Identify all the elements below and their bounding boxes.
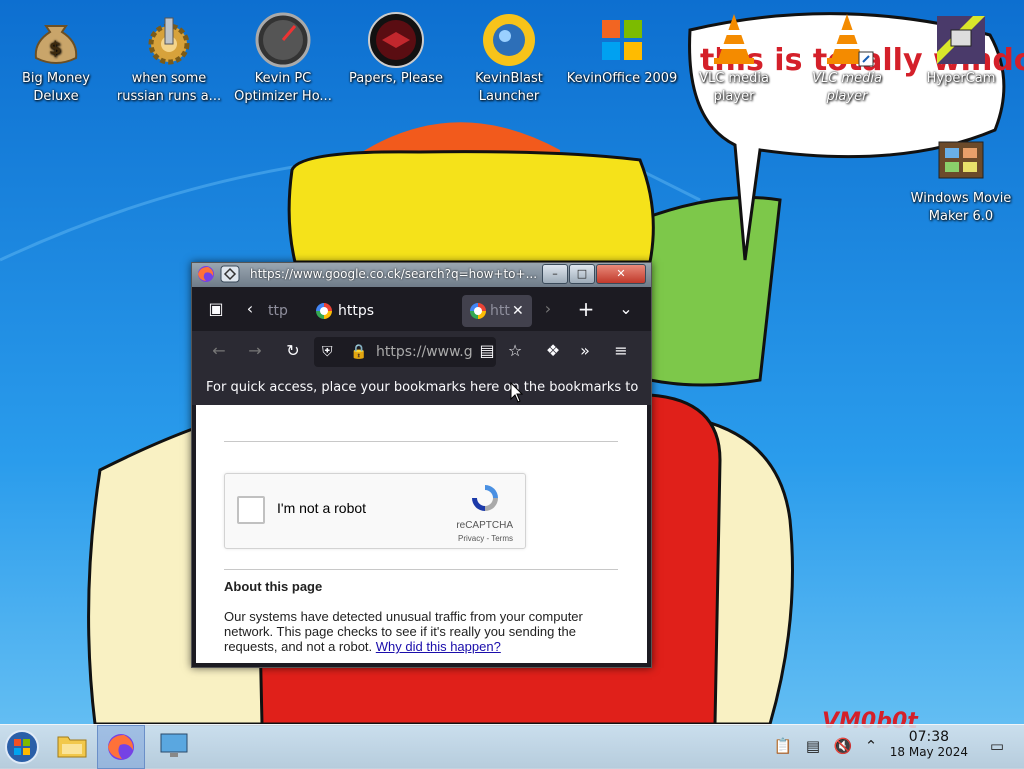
google-favicon-icon — [470, 303, 486, 319]
start-button[interactable] — [0, 725, 48, 769]
window-menu-icon[interactable] — [220, 265, 240, 283]
tab-active[interactable]: htt ✕ — [462, 295, 532, 327]
desktop-icon-kevinoffice[interactable]: KevinOffice 2009 — [566, 4, 678, 88]
windows-orb-icon — [5, 730, 39, 764]
tab-label: ttp — [268, 303, 288, 319]
computer-monitor-icon — [160, 733, 188, 757]
list-tabs-icon[interactable]: ⌄ — [610, 294, 642, 324]
volume-muted-icon[interactable]: 🔇 — [832, 735, 854, 757]
gear-icon — [148, 17, 190, 65]
minimize-button[interactable]: – — [542, 264, 568, 284]
icon-label: VLC media player — [812, 71, 882, 104]
recaptcha-brand: reCAPTCHA — [456, 520, 513, 531]
vlc-cone-icon — [827, 14, 874, 67]
window-titlebar[interactable]: https://www.google.co.ck/search?q=how+to… — [192, 263, 651, 287]
back-icon[interactable]: ← — [204, 336, 234, 366]
why-link[interactable]: Why did this happen? — [376, 639, 501, 654]
tray-notes-icon[interactable]: ▤ — [802, 735, 824, 757]
desktop-icon-russian-game[interactable]: when some russian runs a... — [113, 4, 225, 106]
mouse-cursor-icon — [510, 382, 524, 403]
recaptcha-terms-link[interactable]: Privacy - Terms — [458, 534, 513, 543]
reader-view-icon[interactable]: ▤ — [474, 336, 500, 366]
icon-label: KevinOffice 2009 — [566, 71, 678, 86]
tabs-scroll-left-icon[interactable]: ‹ — [242, 294, 258, 324]
desktop-icon-kevin-pc-optimizer[interactable]: Kevin PC Optimizer Ho... — [227, 4, 339, 106]
tabs-scroll-right-icon[interactable]: › — [540, 294, 556, 324]
svg-text:$: $ — [49, 38, 62, 59]
folder-icon — [57, 736, 87, 758]
clock[interactable]: 07:38 18 May 2024 — [890, 729, 968, 759]
office-logo-icon — [602, 20, 642, 60]
captcha-label: I'm not a robot — [277, 500, 367, 516]
icon-label: KevinBlast Launcher — [475, 71, 543, 104]
shield-icon[interactable]: ⛨ — [322, 337, 333, 367]
speedometer-icon — [255, 12, 311, 68]
google-favicon-icon — [316, 303, 332, 319]
close-window-button[interactable]: ✕ — [596, 264, 646, 284]
show-desktop-icon[interactable]: ▭ — [986, 735, 1008, 757]
show-hidden-icons-icon[interactable]: ⌃ — [860, 735, 882, 757]
clock-date: 18 May 2024 — [889, 745, 968, 759]
navigation-toolbar: ← → ↻ ⛨ 🔒 https://www.g ▤ ☆ ❖ » ≡ — [192, 331, 651, 371]
browser-window[interactable]: https://www.google.co.ck/search?q=how+to… — [191, 262, 652, 668]
desktop-icon-hypercam[interactable]: HyperCam — [905, 4, 1017, 88]
about-heading: About this page — [224, 579, 323, 594]
divider — [224, 441, 618, 442]
bookmarks-hint-text: For quick access, place your bookmarks h… — [206, 380, 639, 395]
bookmark-star-icon[interactable]: ☆ — [502, 336, 528, 366]
tray-clipboard-icon[interactable]: 📋 — [772, 735, 794, 757]
taskbar-file-explorer[interactable] — [48, 725, 96, 769]
recaptcha-logo-icon — [472, 485, 498, 511]
tab-2[interactable]: https — [308, 295, 428, 327]
forward-icon[interactable]: → — [240, 336, 270, 366]
icon-label: Big Money Deluxe — [21, 71, 90, 104]
taskbar-system-app[interactable] — [150, 725, 198, 769]
tab-manager-icon[interactable]: ▣ — [200, 294, 232, 324]
tab-label: https — [338, 303, 375, 319]
icon-label: Papers, Please — [348, 71, 444, 86]
new-tab-icon[interactable]: + — [570, 294, 602, 324]
tab-label: htt — [490, 303, 510, 319]
menu-icon[interactable]: ≡ — [608, 336, 634, 366]
desktop-icon-kevinblast-launcher[interactable]: KevinBlast Launcher — [453, 4, 565, 106]
firefox-icon — [108, 734, 134, 760]
url-bar[interactable]: ⛨ 🔒 https://www.g — [314, 337, 496, 367]
desktop-icon-windows-movie-maker[interactable]: Windows Movie Maker 6.0 — [905, 124, 1017, 226]
taskbar: 📋 ▤ 🔇 ⌃ 07:38 18 May 2024 ▭ — [0, 724, 1024, 769]
firefox-icon[interactable] — [196, 265, 216, 283]
icon-label: Kevin PC Optimizer Ho... — [234, 71, 332, 104]
url-text: https://www.g — [376, 344, 473, 360]
desktop-icon-papers-please[interactable]: Papers, Please — [340, 4, 452, 88]
lock-icon[interactable]: 🔒 — [350, 337, 367, 367]
icon-label: when some russian runs a... — [116, 71, 222, 104]
film-reel-icon — [938, 141, 984, 179]
hypercam-icon — [937, 16, 985, 64]
maximize-button[interactable]: □ — [569, 264, 595, 284]
divider — [224, 569, 618, 570]
about-paragraph: Our systems have detected unusual traffi… — [224, 609, 604, 654]
reload-icon[interactable]: ↻ — [278, 336, 308, 366]
captcha-checkbox[interactable] — [237, 496, 265, 524]
taskbar-firefox[interactable] — [97, 725, 145, 769]
desktop-icon-vlc-2[interactable]: VLC media player — [791, 4, 903, 106]
sun-globe-icon — [483, 14, 535, 66]
more-tools-icon[interactable]: » — [572, 336, 598, 366]
vlc-cone-icon — [714, 14, 754, 64]
icon-label: HyperCam — [926, 71, 996, 86]
money-bag-icon: $ — [34, 25, 78, 64]
extensions-icon[interactable]: ❖ — [540, 336, 566, 366]
tab-bar: ▣ ‹ ttp https htt ✕ › + ⌄ — [192, 287, 651, 331]
icon-label: Windows Movie Maker 6.0 — [910, 191, 1012, 224]
icon-label: VLC media player — [699, 71, 769, 104]
recaptcha-widget: I'm not a robot reCAPTCHA Privacy - Term… — [224, 473, 526, 549]
bookmarks-toolbar: For quick access, place your bookmarks h… — [192, 371, 651, 405]
close-tab-icon[interactable]: ✕ — [512, 295, 524, 327]
tab-1[interactable]: ttp — [268, 295, 300, 327]
window-title: https://www.google.co.ck/search?q=how+to… — [250, 267, 538, 281]
page-content: I'm not a robot reCAPTCHA Privacy - Term… — [196, 405, 647, 663]
clock-time: 07:38 — [908, 729, 950, 745]
desktop-icon-big-money-deluxe[interactable]: $ Big Money Deluxe — [0, 4, 112, 106]
desktop-icon-vlc-1[interactable]: VLC media player — [678, 4, 790, 106]
papers-please-icon — [368, 12, 424, 68]
